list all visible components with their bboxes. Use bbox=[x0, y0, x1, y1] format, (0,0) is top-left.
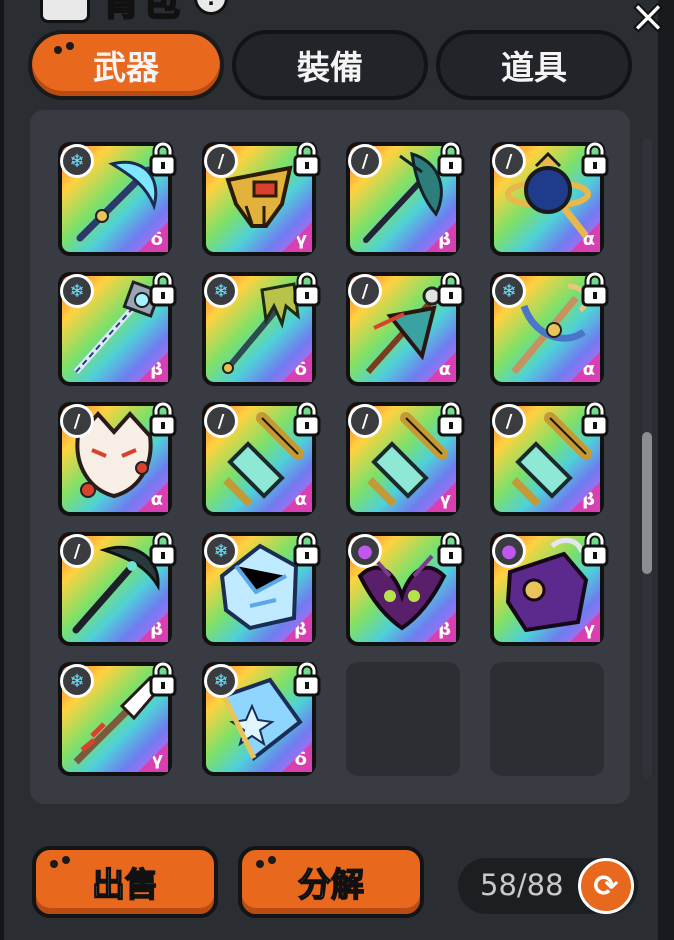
physical-type-icon: / bbox=[60, 404, 94, 438]
lock-icon[interactable] bbox=[292, 532, 322, 568]
lock-icon[interactable] bbox=[292, 402, 322, 438]
lock-icon[interactable] bbox=[292, 272, 322, 308]
capacity-indicator: 58/88 ⟳ bbox=[458, 858, 638, 914]
ice-type-icon: ❄ bbox=[204, 534, 238, 568]
physical-type-icon: / bbox=[492, 144, 526, 178]
tab-bar: 武器 裝備 道具 bbox=[28, 30, 634, 100]
scrollbar-thumb[interactable] bbox=[642, 432, 652, 574]
ice-type-icon: ❄ bbox=[204, 274, 238, 308]
title-bar: 背包 ! bbox=[40, 0, 229, 25]
lock-icon[interactable] bbox=[148, 402, 178, 438]
physical-type-icon: / bbox=[60, 534, 94, 568]
physical-type-icon: / bbox=[348, 144, 382, 178]
dark-type-icon: ● bbox=[492, 534, 526, 568]
lock-icon[interactable] bbox=[436, 402, 466, 438]
lock-icon[interactable] bbox=[148, 532, 178, 568]
page-title: 背包 bbox=[101, 0, 183, 25]
lock-icon[interactable] bbox=[292, 142, 322, 178]
ice-type-icon: ❄ bbox=[60, 144, 94, 178]
lock-icon[interactable] bbox=[436, 142, 466, 178]
panel-edge bbox=[658, 0, 674, 940]
empty-slot bbox=[346, 662, 460, 776]
lock-icon[interactable] bbox=[148, 662, 178, 698]
tab-weapons[interactable]: 武器 bbox=[28, 30, 224, 100]
ice-type-icon: ❄ bbox=[204, 664, 238, 698]
physical-type-icon: / bbox=[492, 404, 526, 438]
physical-type-icon: / bbox=[204, 144, 238, 178]
dark-type-icon: ● bbox=[348, 534, 382, 568]
physical-type-icon: / bbox=[348, 404, 382, 438]
physical-type-icon: / bbox=[348, 274, 382, 308]
refresh-button[interactable]: ⟳ bbox=[578, 858, 634, 914]
lock-icon[interactable] bbox=[580, 532, 610, 568]
decompose-button[interactable]: 分解 bbox=[238, 846, 424, 918]
capacity-count: 58/88 bbox=[480, 868, 564, 902]
empty-slot bbox=[490, 662, 604, 776]
ice-type-icon: ❄ bbox=[492, 274, 526, 308]
decompose-label: 分解 bbox=[297, 864, 365, 905]
tab-items-label: 道具 bbox=[501, 48, 567, 87]
lock-icon[interactable] bbox=[580, 142, 610, 178]
refresh-icon: ⟳ bbox=[593, 868, 619, 904]
lock-icon[interactable] bbox=[436, 532, 466, 568]
lock-icon[interactable] bbox=[148, 142, 178, 178]
lock-icon[interactable] bbox=[580, 402, 610, 438]
lock-icon[interactable] bbox=[436, 272, 466, 308]
tab-equipment-label: 裝備 bbox=[297, 48, 363, 87]
ice-type-icon: ❄ bbox=[60, 664, 94, 698]
tab-equipment[interactable]: 裝備 bbox=[232, 30, 428, 100]
ice-type-icon: ❄ bbox=[60, 274, 94, 308]
sell-label: 出售 bbox=[91, 864, 159, 905]
tab-items[interactable]: 道具 bbox=[436, 30, 632, 100]
sell-button[interactable]: 出售 bbox=[32, 846, 218, 918]
physical-type-icon: / bbox=[204, 404, 238, 438]
lock-icon[interactable] bbox=[580, 272, 610, 308]
backpack-icon bbox=[40, 0, 90, 23]
tab-weapons-label: 武器 bbox=[93, 48, 159, 87]
info-icon[interactable]: ! bbox=[194, 0, 229, 15]
lock-icon[interactable] bbox=[148, 272, 178, 308]
lock-icon[interactable] bbox=[292, 662, 322, 698]
